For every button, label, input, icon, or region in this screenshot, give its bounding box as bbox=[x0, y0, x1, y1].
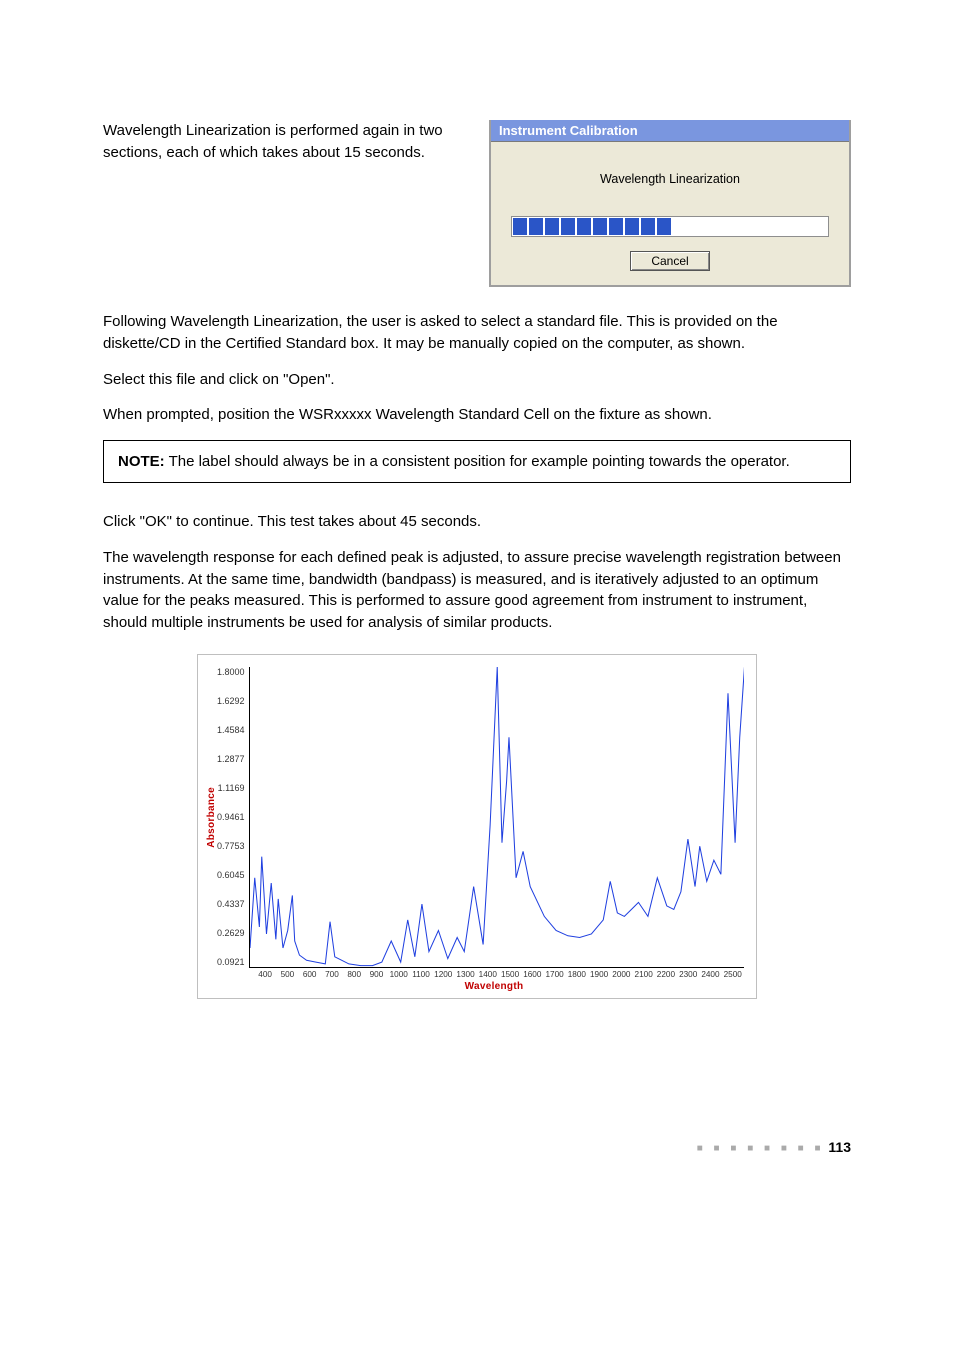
xtick-label: 2400 bbox=[699, 970, 721, 979]
chart-xlabel: Wavelength bbox=[244, 981, 744, 992]
progress-segment bbox=[657, 218, 671, 235]
progress-segment bbox=[609, 218, 623, 235]
ytick-label: 1.8000 bbox=[217, 667, 245, 677]
paragraph-1: Following Wavelength Linearization, the … bbox=[103, 311, 851, 355]
xtick-label: 2100 bbox=[633, 970, 655, 979]
xtick-label: 1600 bbox=[521, 970, 543, 979]
instrument-calibration-dialog: Instrument Calibration Wavelength Linear… bbox=[489, 120, 851, 287]
dialog-title: Instrument Calibration bbox=[491, 120, 849, 142]
progress-segment bbox=[641, 218, 655, 235]
progress-segment bbox=[513, 218, 527, 235]
xtick-label: 500 bbox=[276, 970, 298, 979]
xtick-label: 1900 bbox=[588, 970, 610, 979]
xtick-label: 900 bbox=[365, 970, 387, 979]
note-body: The label should always be in a consiste… bbox=[165, 453, 790, 470]
xtick-label: 2300 bbox=[677, 970, 699, 979]
chart-yticks: 1.8000 1.6292 1.4584 1.2877 1.1169 0.9461 0.77… bbox=[217, 667, 249, 967]
ytick-label: 0.7753 bbox=[217, 841, 245, 851]
paragraph-3: When prompted, position the WSRxxxxx Wav… bbox=[103, 404, 851, 426]
xtick-label: 1300 bbox=[454, 970, 476, 979]
xtick-label: 2200 bbox=[655, 970, 677, 979]
ytick-label: 1.6292 bbox=[217, 696, 245, 706]
progress-segment bbox=[561, 218, 575, 235]
progress-segment bbox=[593, 218, 607, 235]
ytick-label: 0.6045 bbox=[217, 870, 245, 880]
xtick-label: 1500 bbox=[499, 970, 521, 979]
paragraph-2: Select this file and click on "Open". bbox=[103, 369, 851, 391]
ytick-label: 0.4337 bbox=[217, 899, 245, 909]
chart-ylabel: Absorbance bbox=[204, 787, 217, 848]
ytick-label: 1.1169 bbox=[217, 783, 245, 793]
chart-plot-area bbox=[249, 667, 744, 968]
ytick-label: 0.9461 bbox=[217, 812, 245, 822]
intro-paragraph: Wavelength Linearization is performed ag… bbox=[103, 120, 461, 164]
xtick-label: 1700 bbox=[543, 970, 565, 979]
cancel-button[interactable]: Cancel bbox=[630, 251, 709, 271]
ytick-label: 0.2629 bbox=[217, 928, 245, 938]
ytick-label: 0.0921 bbox=[217, 957, 245, 967]
spectrum-line bbox=[250, 667, 744, 966]
dialog-status-label: Wavelength Linearization bbox=[509, 172, 831, 186]
note-box: NOTE: The label should always be in a co… bbox=[103, 440, 851, 483]
page-number: 113 bbox=[828, 1139, 851, 1155]
xtick-label: 1200 bbox=[432, 970, 454, 979]
ytick-label: 1.2877 bbox=[217, 754, 245, 764]
xtick-label: 1800 bbox=[566, 970, 588, 979]
xtick-label: 2000 bbox=[610, 970, 632, 979]
xtick-label: 600 bbox=[299, 970, 321, 979]
progress-bar bbox=[511, 216, 829, 237]
xtick-label: 1400 bbox=[477, 970, 499, 979]
xtick-label: 1000 bbox=[388, 970, 410, 979]
xtick-label: 700 bbox=[321, 970, 343, 979]
xtick-label: 400 bbox=[254, 970, 276, 979]
xtick-label: 2500 bbox=[722, 970, 744, 979]
footer-dots-icon: ■ ■ ■ ■ ■ ■ ■ ■ bbox=[697, 1143, 825, 1154]
xtick-label: 800 bbox=[343, 970, 365, 979]
progress-segment bbox=[577, 218, 591, 235]
spectrum-chart: Absorbance 1.8000 1.6292 1.4584 1.2877 1.116… bbox=[197, 654, 757, 999]
progress-segment bbox=[545, 218, 559, 235]
chart-xticks: 4005006007008009001000110012001300140015… bbox=[254, 968, 744, 979]
ytick-label: 1.4584 bbox=[217, 725, 245, 735]
progress-segment bbox=[625, 218, 639, 235]
paragraph-5: The wavelength response for each defined… bbox=[103, 547, 851, 634]
page-footer: ■ ■ ■ ■ ■ ■ ■ ■ 113 bbox=[103, 1139, 851, 1155]
xtick-label: 1100 bbox=[410, 970, 432, 979]
note-label: NOTE: bbox=[118, 453, 165, 470]
paragraph-4: Click "OK" to continue. This test takes … bbox=[103, 511, 851, 533]
progress-segment bbox=[529, 218, 543, 235]
